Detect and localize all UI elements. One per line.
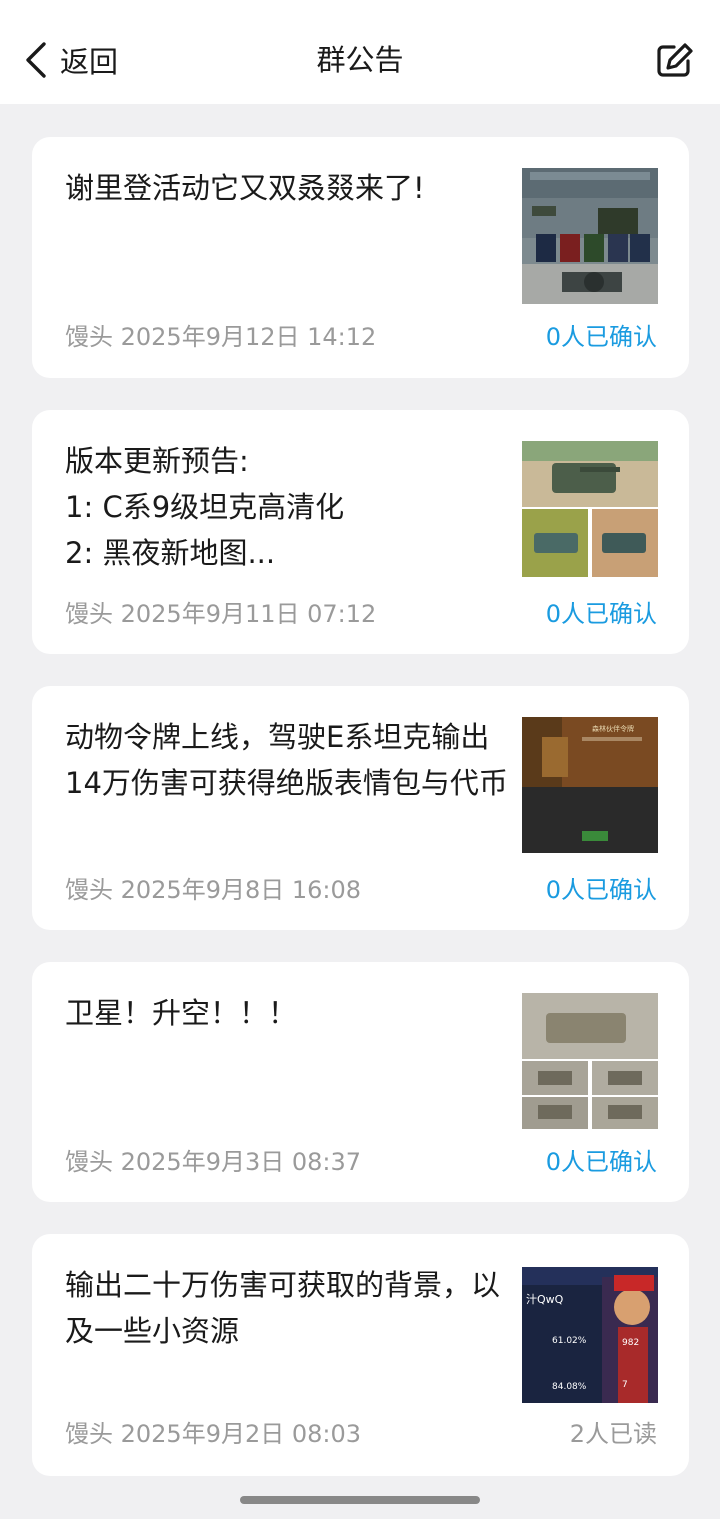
confirm-status[interactable]: 0人已确认 (546, 594, 657, 629)
author-date: 馒头 2025年9月3日 08:37 (65, 1148, 362, 1176)
top-bar: 返回 群公告 (0, 0, 720, 104)
tank-event-image (522, 168, 658, 304)
author-date: 馒头 2025年9月12日 14:12 (65, 323, 377, 351)
thumbnail-stat: 61.02% (552, 1336, 587, 1346)
announcement-card[interactable]: 版本更新预告: 1: C系9级坦克高清化 2: 黑夜新地图... 馒头 2025… (32, 410, 689, 654)
thumbnail-stat: 7 (622, 1380, 628, 1390)
announcement-text: 动物令牌上线，驾驶E系坦克输出14万伤害可获得绝版表情包与代币 (65, 720, 508, 800)
thumbnail-caption: 森林伙伴令牌 (592, 724, 634, 733)
announcement-card[interactable]: 动物令牌上线，驾驶E系坦克输出14万伤害可获得绝版表情包与代币 森林伙伴令牌 馒… (32, 686, 689, 930)
forest-token-image: 森林伙伴令牌 (522, 717, 658, 853)
edit-button[interactable] (654, 40, 696, 80)
announcement-text: 版本更新预告: 1: C系9级坦克高清化 2: 黑夜新地图... (65, 444, 345, 570)
page-title: 群公告 (316, 43, 404, 77)
announcement-thumbnail[interactable] (522, 993, 658, 1129)
announcement-thumbnail[interactable] (522, 441, 658, 577)
thumbnail-stat: 982 (622, 1338, 639, 1348)
thumbnail-username: 汁QwQ (526, 1293, 564, 1306)
announcement-thumbnail[interactable]: 汁QwQ 61.02% 982 84.08% 7 (522, 1267, 658, 1403)
tank-collage-image (522, 441, 658, 577)
read-status[interactable]: 2人已读 (570, 1414, 657, 1449)
tank-collage-image (522, 993, 658, 1129)
announcement-text: 卫星！升空！！！ (65, 996, 298, 1030)
announcement-text: 输出二十万伤害可获取的背景，以及一些小资源 (65, 1268, 501, 1348)
home-indicator[interactable] (240, 1496, 480, 1504)
confirm-status[interactable]: 0人已确认 (546, 870, 657, 905)
announcement-thumbnail[interactable] (522, 168, 658, 304)
thumbnail-stat: 84.08% (552, 1382, 587, 1392)
author-date: 馒头 2025年9月2日 08:03 (65, 1420, 362, 1448)
announcement-text: 谢里登活动它又双叒叕来了! (65, 171, 425, 205)
profile-background-image: 汁QwQ 61.02% 982 84.08% 7 (522, 1267, 658, 1403)
announcement-card[interactable]: 卫星！升空！！！ 馒头 2025年9月3日 08:37 0人已确认 (32, 962, 689, 1202)
edit-icon (657, 43, 693, 77)
announcement-thumbnail[interactable]: 森林伙伴令牌 (522, 717, 658, 853)
confirm-status[interactable]: 0人已确认 (546, 1142, 657, 1177)
confirm-status[interactable]: 0人已确认 (546, 317, 657, 352)
author-date: 馒头 2025年9月8日 16:08 (65, 876, 362, 904)
announcement-card[interactable]: 输出二十万伤害可获取的背景，以及一些小资源 汁QwQ 61.02% 982 84… (32, 1234, 689, 1476)
announcement-card[interactable]: 谢里登活动它又双叒叕来了! 馒头 2025年9月12日 14:12 0人已确认 (32, 137, 689, 378)
author-date: 馒头 2025年9月11日 07:12 (65, 600, 377, 628)
